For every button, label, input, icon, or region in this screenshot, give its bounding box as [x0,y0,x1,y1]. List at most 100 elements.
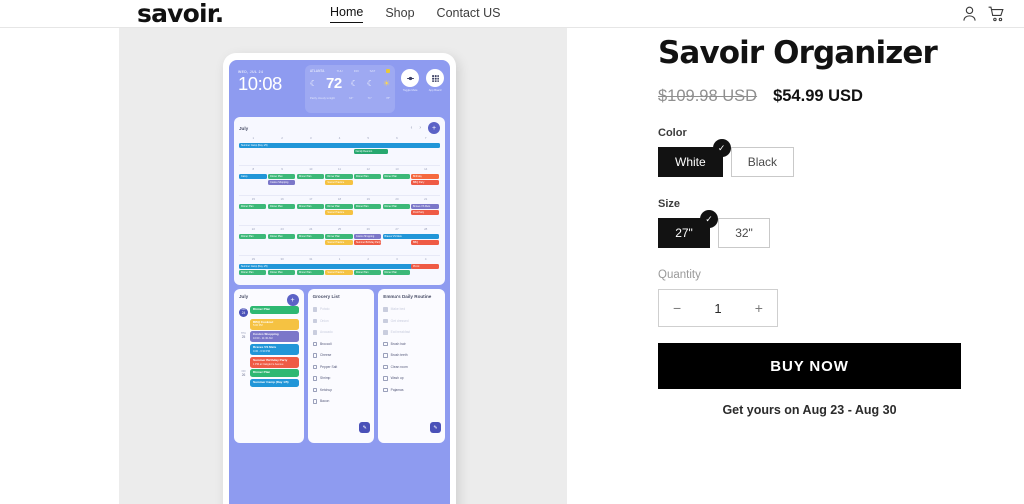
agenda-add-button[interactable]: + [286,294,299,306]
agenda-item[interactable]: Braves VS Mets 4:30 - 6:30 PM [239,343,299,356]
agenda-item-event[interactable]: Summer Camp (Day 1/5) [250,379,299,387]
calendar-day-number[interactable]: 28 [411,226,440,233]
checkbox-icon[interactable] [312,364,317,370]
calendar-event[interactable]: Dinner Plan [268,174,296,179]
color-option-white[interactable]: White ✓ [658,139,731,178]
routine-item[interactable]: Clean room [383,361,440,373]
buy-now-button[interactable]: BUY NOW [658,343,961,390]
checkbox-checked-icon[interactable] [383,318,388,324]
calendar-widget[interactable]: July ‹ › + 1 2 3 4 5 6 7 Summer Camp (Day 1/5) F… [234,117,445,285]
calendar-event[interactable]: Dinner Plan [296,270,324,275]
calendar-event[interactable]: Dinner Plan [353,174,382,179]
checkbox-icon[interactable] [312,353,317,358]
calendar-event[interactable]: Camp [239,174,268,179]
weather-widget[interactable]: ATLANTA THU FRI SAT ☾ 72 ☾ ☾ ☀ Partly cl… [304,65,396,113]
calendar-event[interactable]: Dinner Plan [239,270,267,275]
checkbox-icon[interactable] [312,341,317,347]
agenda-item[interactable]: Summer Camp (Day 1/5) [239,379,299,387]
calendar-event[interactable]: Dinner Plan [325,174,353,179]
calendar-day-number[interactable]: 19 [354,196,383,203]
agenda-item-event[interactable]: Dinner Plan [250,306,299,314]
calendar-day-number[interactable]: 10 [296,166,325,173]
routine-item[interactable]: Wash up [383,373,440,385]
calendar-event[interactable]: Summer Birthday Party [353,240,382,245]
agenda-item[interactable]: FRI 24 Dinner Plan [239,306,299,317]
grocery-item[interactable]: Broccoli [312,338,370,350]
calendar-event[interactable]: Dinner Plan [382,270,410,275]
calendar-event[interactable]: Family Reunion [353,149,388,154]
agenda-item-event[interactable]: Summer Birthday Party 1 PM at Oakglen's A… [250,356,299,368]
calendar-event[interactable]: BBQ Party [411,180,440,185]
calendar-day-number[interactable]: 7 [411,135,440,142]
grocery-item[interactable]: Potato [312,304,370,316]
calendar-day-number[interactable]: 23 [268,226,297,233]
person-icon[interactable] [960,4,979,23]
agenda-item[interactable]: BBQ Cookout 5:00 PM [239,318,299,330]
grocery-item[interactable]: Shrimp [312,373,370,385]
checkbox-icon[interactable] [312,387,317,393]
agenda-item[interactable]: Summer Birthday Party 1 PM at Oakglen's A… [239,356,299,368]
calendar-day-number[interactable]: 22 [239,226,268,233]
quick-button-mute[interactable]: Toggle Mute [400,69,420,113]
grocery-item[interactable]: Cheese [312,350,370,362]
calendar-event[interactable]: Soccer Practice [325,180,353,185]
calendar-event[interactable]: Dinner Plan [296,174,324,179]
agenda-item-event[interactable]: BBQ Cookout 5:00 PM [250,318,299,330]
agenda-item-event[interactable]: Costco Shopping 10:00 - 11:30 AM [250,331,299,343]
agenda-item-event[interactable]: Dinner Plan [250,369,299,378]
calendar-event[interactable]: Birthday [411,174,440,179]
agenda-item[interactable]: THU 25 Costco Shopping 10:00 - 11:30 AM [239,331,299,343]
checkbox-checked-icon[interactable] [312,330,317,335]
calendar-day-number[interactable]: 8 [239,166,268,173]
grocery-item[interactable]: Avocado [312,327,370,339]
quantity-increment-button[interactable]: + [755,300,763,316]
routine-item[interactable]: Get dressed [383,315,440,327]
calendar-event[interactable]: Dinner Plan [353,270,382,275]
calendar-day-number[interactable]: 4 [325,135,354,142]
calendar-day-number[interactable]: 2 [268,135,297,142]
checkbox-checked-icon[interactable] [383,307,388,312]
grocery-item[interactable]: Bacon [312,396,370,408]
quick-button-apps[interactable]: App Board [425,69,445,113]
grocery-card[interactable]: Grocery List Potato Onion Avocado Broccoli C… [307,289,375,443]
calendar-day-number[interactable]: 26 [354,226,383,233]
calendar-event[interactable]: Pool Party [411,210,440,215]
size-option-27[interactable]: 27" ✓ [658,210,718,249]
quantity-value[interactable]: 1 [714,301,721,316]
routine-item[interactable]: Brush teeth [383,350,440,362]
quantity-decrement-button[interactable]: − [673,300,681,316]
calendar-day-number[interactable]: 18 [325,196,354,203]
agenda-item[interactable]: FRI 26 Dinner Plan [239,369,299,378]
calendar-add-button[interactable]: + [428,122,440,134]
calendar-day-number[interactable]: 9 [268,166,297,173]
calendar-day-number[interactable]: 4 [411,256,440,263]
calendar-day-number[interactable]: 24 [296,226,325,233]
checkbox-checked-icon[interactable] [312,307,317,312]
calendar-day-number[interactable]: 2 [354,256,383,263]
size-option-32[interactable]: 32" [718,218,770,249]
calendar-event[interactable]: Dinner Plan [296,204,324,209]
calendar-event[interactable]: Soccer Practice [325,240,353,245]
routine-item[interactable]: Eat breakfast [383,327,440,339]
grocery-item[interactable]: Pepper Salt [312,361,370,373]
calendar-day-number[interactable]: 13 [383,166,412,173]
chevron-right-icon[interactable]: › [419,125,421,131]
checkbox-icon[interactable] [312,376,317,381]
nav-item-contact[interactable]: Contact US [437,6,501,23]
calendar-day-number[interactable]: 5 [354,135,383,142]
calendar-day-number[interactable]: 6 [383,135,412,142]
routine-item[interactable]: Make bed [383,304,440,316]
calendar-event[interactable]: Braves VS Mets [411,204,440,209]
calendar-day-number[interactable]: 16 [268,196,297,203]
nav-item-home[interactable]: Home [330,6,364,23]
calendar-event[interactable]: Dinner Plan [325,234,353,239]
calendar-event[interactable]: Braves VS Mets [382,234,440,239]
calendar-event[interactable]: Dinner Plan [239,204,267,209]
calendar-day-number[interactable]: 11 [325,166,354,173]
checkbox-icon[interactable] [383,364,388,370]
calendar-day-number[interactable]: 17 [296,196,325,203]
checkbox-checked-icon[interactable] [383,330,388,335]
agenda-card[interactable]: July + FRI 24 Dinner Plan BBQ Cookout 5:00 P… [234,289,304,443]
grocery-item[interactable]: Onion [312,315,370,327]
calendar-event[interactable]: Dinner Plan [296,234,324,239]
